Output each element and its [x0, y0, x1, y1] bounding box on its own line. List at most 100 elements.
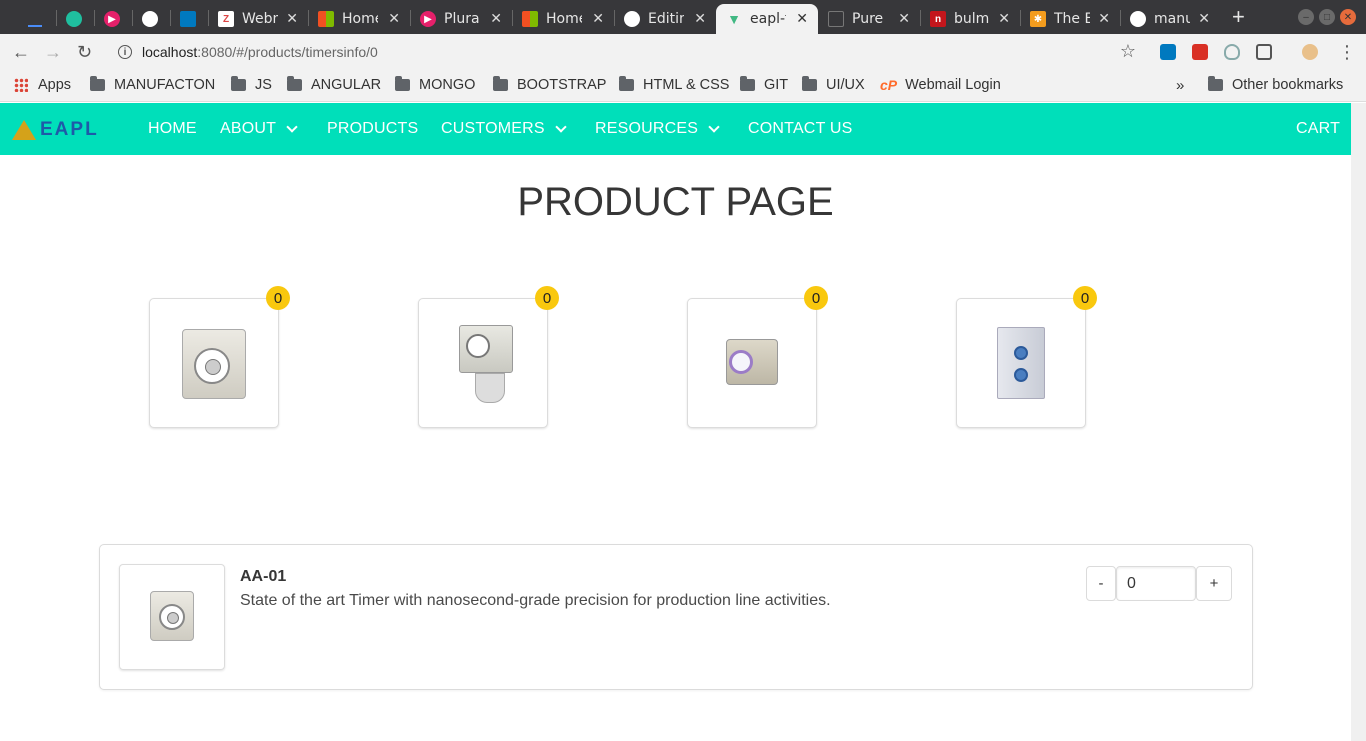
product-thumbnail[interactable]: 0 [687, 286, 828, 428]
nav-label: CONTACT US [748, 120, 853, 137]
browser-tab[interactable]: Home ✕ [308, 4, 410, 34]
close-icon[interactable]: ✕ [1198, 10, 1210, 27]
page-title: PRODUCT PAGE [517, 180, 834, 224]
product-count-badge: 0 [1073, 286, 1097, 310]
close-icon[interactable]: ✕ [898, 10, 910, 27]
product-thumbnail[interactable]: 0 [149, 286, 290, 428]
close-icon[interactable]: ✕ [694, 10, 706, 27]
red-extension-icon[interactable] [1192, 44, 1208, 60]
new-tab-icon[interactable]: + [1232, 4, 1245, 30]
bookmark-apps[interactable]: Apps [14, 77, 71, 93]
browser-tab[interactable] [170, 4, 208, 34]
cpanel-icon: cP [880, 77, 898, 93]
bookmark-folder[interactable]: HTML & CSS [619, 76, 729, 93]
bookmark-folder[interactable]: GIT [740, 76, 789, 93]
bookmark-folder[interactable]: MANUFACTON [90, 76, 215, 93]
url-path: :8080/#/products/timersinfo/0 [197, 44, 378, 60]
browser-tab[interactable]: Pure ( ✕ [818, 4, 920, 34]
close-icon[interactable]: ✕ [286, 10, 298, 27]
trello-extension-icon[interactable] [1160, 44, 1176, 60]
browser-tab[interactable]: manu ✕ [1120, 4, 1220, 34]
timer-relay-icon [182, 329, 246, 399]
folder-icon [802, 76, 817, 91]
trello-icon [180, 11, 196, 27]
browser-tab-active[interactable]: ▼ eapl-f ✕ [716, 4, 818, 34]
info-icon[interactable]: i [118, 45, 132, 59]
product-detail-card: AA-01 State of the art Timer with nanose… [99, 544, 1253, 690]
browser-tab[interactable]: ✱ The E ✕ [1020, 4, 1120, 34]
browser-tab[interactable]: Z Webm ✕ [208, 4, 308, 34]
page-icon [828, 11, 844, 27]
maximize-window-icon[interactable]: □ [1319, 9, 1335, 25]
pluralsight-icon: ▶ [420, 11, 436, 27]
browser-tab[interactable]: n bulm ✕ [920, 4, 1020, 34]
bookmark-label: Apps [38, 77, 72, 93]
nav-cart[interactable]: CART [1296, 120, 1340, 138]
bookmark-folder[interactable]: MONGO [395, 76, 475, 93]
folder-icon [740, 76, 755, 91]
close-window-icon[interactable]: ✕ [1340, 9, 1356, 25]
minimize-window-icon[interactable]: – [1298, 9, 1314, 25]
nav-resources[interactable]: RESOURCES [595, 120, 720, 138]
tab-title: The E [1054, 11, 1090, 27]
star-orange-icon: ✱ [1030, 11, 1046, 27]
bookmarks-overflow-icon[interactable]: » [1176, 77, 1184, 94]
nav-about[interactable]: ABOUT [220, 120, 298, 138]
back-arrow-icon[interactable]: ← [12, 42, 30, 63]
address-bar[interactable]: i localhost:8080/#/products/timersinfo/0… [108, 38, 1146, 68]
browser-tab[interactable] [132, 4, 170, 34]
tab-title: manu [1154, 11, 1190, 27]
bulb-extension-icon[interactable] [1256, 44, 1272, 60]
bookmark-folder[interactable]: JS [231, 76, 272, 93]
nav-home[interactable]: HOME [148, 120, 197, 138]
nav-contact[interactable]: CONTACT US [748, 120, 853, 138]
page-scrollbar[interactable] [1351, 103, 1366, 741]
browser-tab[interactable]: ▶ [94, 4, 132, 34]
close-icon[interactable]: ✕ [490, 10, 502, 27]
url-text[interactable]: localhost:8080/#/products/timersinfo/0 [142, 44, 378, 60]
minimized-icon [28, 25, 42, 27]
close-icon[interactable]: ✕ [388, 10, 400, 27]
chevron-down-icon [286, 121, 298, 133]
site-logo[interactable]: EAPL [12, 119, 99, 141]
close-icon[interactable]: ✕ [796, 10, 808, 27]
browser-tab[interactable]: Editin ✕ [614, 4, 716, 34]
bookmark-folder[interactable]: UI/UX [802, 76, 865, 93]
browser-tab[interactable]: ▶ Plural ✕ [410, 4, 512, 34]
browser-tab[interactable] [18, 4, 56, 34]
browser-tab[interactable] [56, 4, 94, 34]
close-icon[interactable]: ✕ [592, 10, 604, 27]
bookmark-folder[interactable]: BOOTSTRAP [493, 76, 606, 93]
browser-tab[interactable]: Home ✕ [512, 4, 614, 34]
folder-icon [90, 76, 105, 91]
close-icon[interactable]: ✕ [1098, 10, 1110, 27]
bookmark-other[interactable]: Other bookmarks [1208, 76, 1343, 93]
din-rail-timer-icon [997, 327, 1045, 399]
folder-icon [619, 76, 634, 91]
bookmark-folder[interactable]: ANGULAR [287, 76, 381, 93]
nav-customers[interactable]: CUSTOMERS [441, 120, 567, 138]
product-detail-thumbnail [119, 564, 225, 670]
microsoft-icon [318, 11, 334, 27]
quantity-input[interactable] [1116, 566, 1196, 601]
avatar[interactable] [1302, 44, 1318, 60]
increment-button[interactable]: + [1196, 566, 1232, 601]
bookmark-webmail[interactable]: cP Webmail Login [880, 77, 1001, 93]
product-description: State of the art Timer with nanosecond-g… [240, 592, 831, 609]
product-thumbnail[interactable]: 0 [418, 286, 559, 428]
chevron-down-icon [708, 121, 720, 133]
vue-icon: ▼ [727, 11, 741, 27]
window-controls: – □ ✕ [1298, 9, 1356, 25]
bookmark-label: GIT [764, 77, 789, 93]
tab-title: Home [342, 11, 378, 27]
bookmark-star-icon[interactable]: ☆ [1120, 41, 1136, 62]
forward-arrow-icon[interactable]: → [44, 42, 62, 63]
close-icon[interactable]: ✕ [998, 10, 1010, 27]
nav-products[interactable]: PRODUCTS [327, 120, 418, 138]
more-menu-icon[interactable]: ⋮ [1338, 42, 1356, 63]
product-thumbnail[interactable]: 0 [956, 286, 1097, 428]
bulma-icon: n [930, 11, 946, 27]
shield-extension-icon[interactable] [1224, 44, 1240, 60]
reload-icon[interactable]: ↻ [77, 42, 92, 63]
decrement-button[interactable]: - [1086, 566, 1116, 601]
